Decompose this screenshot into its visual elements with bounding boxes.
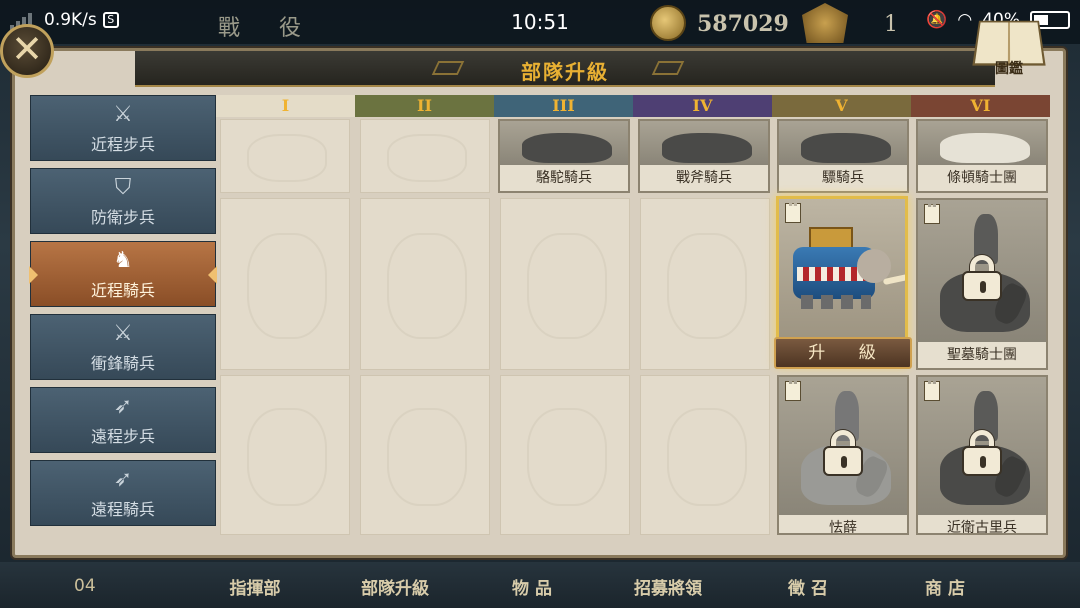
unit-card-camel-cavalry[interactable]: 駱駝騎兵 [498,119,630,193]
tier-header-6: VI [911,95,1050,117]
unit-card-ghulam-guards[interactable]: 近衛古里兵 [916,375,1048,535]
nav-recruit-generals[interactable]: 招募將領 [608,574,728,599]
lock-icon [823,430,863,476]
sidebar-item-melee-cavalry[interactable]: ♞ 近程騎兵 [29,241,217,307]
unit-name: 怯薛 [779,515,907,533]
sidebar-item-defense-infantry[interactable]: ⛉ 防衛步兵 [30,168,216,234]
unit-name: 驃騎兵 [779,165,907,191]
building-requirement-icon [924,381,940,401]
panel-header: 部隊升級 [135,51,995,87]
sidebar-item-label: 近程騎兵 [90,281,155,300]
campaign-tab[interactable]: 戰 役 [218,10,317,42]
building-requirement-icon [924,204,940,224]
empty-slot [500,198,630,370]
tier-header-4: IV [633,95,772,117]
empty-slot [220,119,350,193]
cavalry-figure [662,133,752,163]
empty-slot [360,119,490,193]
mute-icon: 🔕 [926,10,948,30]
bow-icon: ➶ [113,394,133,419]
upgrade-button[interactable]: 升 級 [774,337,912,369]
cavalry-figure [940,133,1030,163]
rank-value: 1 [884,12,898,37]
unit-card-hussar[interactable]: 驃騎兵 [777,119,909,193]
sidebar-item-charge-cavalry[interactable]: ⚔ 衝鋒騎兵 [30,314,216,380]
unit-name: 聖墓騎士團 [918,342,1046,368]
cavalry-figure [522,133,612,163]
lance-icon: ⚔ [113,321,133,346]
unit-portrait [918,121,1046,165]
building-requirement-icon [785,203,801,223]
unit-name: 近衛古里兵 [918,515,1046,533]
gold-coin-icon [650,5,686,41]
nav-shop[interactable]: 商 店 [885,574,1005,599]
codex-label: 圖鑑 [995,61,1023,77]
empty-slot [360,198,490,370]
tier-header-1: I [216,95,355,117]
close-button[interactable]: ✕ [0,24,54,78]
unit-name: 戰斧騎兵 [640,165,768,191]
lock-icon [962,255,1002,301]
nav-troop-upgrade[interactable]: 部隊升級 [335,574,455,599]
status-bar: 0.9K/s S 10:51 🔕 ◠ 40% [0,0,1080,44]
clock: 10:51 [511,10,569,34]
unit-card-battleaxe-cavalry[interactable]: 戰斧騎兵 [638,119,770,193]
unit-portrait [779,121,907,165]
lock-icon [962,430,1002,476]
tier-header-5: V [772,95,911,117]
sidebar-item-label: 近程步兵 [90,135,155,154]
sidebar-item-melee-infantry[interactable]: ⚔ 近程步兵 [30,95,216,161]
tier-header-2: II [355,95,494,117]
mounted-bow-icon: ➶ [113,467,133,492]
unit-name: 條頓騎士團 [918,165,1046,191]
sidebar-item-ranged-infantry[interactable]: ➶ 遠程步兵 [30,387,216,453]
nav-items[interactable]: 物 品 [472,574,592,599]
unit-portrait [640,121,768,165]
page-number: 04 [74,576,96,596]
shield-icon: ⛉ [114,175,132,200]
unit-portrait [918,200,1046,342]
sidebar-item-label: 遠程步兵 [90,427,155,446]
unit-name: 駱駝騎兵 [500,165,628,191]
unit-card-holy-sepulchre-knights[interactable]: 聖墓騎士團 [916,198,1048,370]
sidebar-item-label: 遠程騎兵 [90,500,155,519]
empty-slot [220,198,350,370]
sidebar-item-label: 衝鋒騎兵 [90,354,155,373]
tier-header-3: III [494,95,633,117]
nav-headquarters[interactable]: 指揮部 [195,574,315,599]
cavalry-figure [801,133,891,163]
empty-slot [640,375,770,535]
unit-card-teutonic-knights[interactable]: 條頓騎士團 [916,119,1048,193]
unit-portrait [779,377,907,515]
crossed-swords-icon: ⚔ [113,102,133,127]
building-requirement-icon [785,381,801,401]
nav-conscript[interactable]: 徵 召 [748,574,868,599]
codex-button[interactable]: 圖鑑 [972,14,1046,78]
gold-amount: 587029 [697,11,789,37]
empty-slot [360,375,490,535]
empty-slot [220,375,350,535]
war-elephant-figure [793,227,905,309]
unit-portrait [500,121,628,165]
sidebar-item-ranged-cavalry[interactable]: ➶ 遠程騎兵 [30,460,216,526]
unit-portrait [918,377,1046,515]
empty-slot [500,375,630,535]
empty-slot [640,198,770,370]
panel-title: 部隊升級 [521,60,609,84]
unit-card-keshig[interactable]: 怯薛 [777,375,909,535]
horse-head-icon: ♞ [113,248,133,273]
wifi-icon: ◠ [957,10,973,30]
sidebar-item-label: 防衛步兵 [90,208,155,227]
